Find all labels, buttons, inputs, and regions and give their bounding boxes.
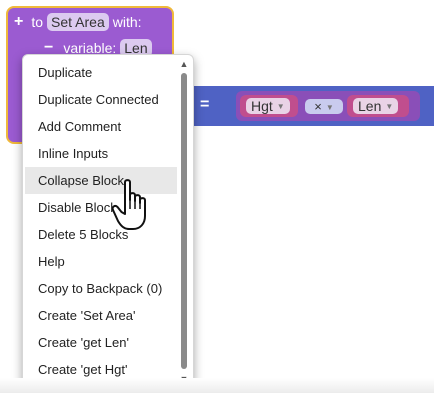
caret-down-icon: ▼ <box>276 102 285 112</box>
operator-label: × <box>314 99 322 114</box>
block-context-menu: Duplicate Duplicate Connected Add Commen… <box>22 54 194 389</box>
scroll-up-arrow-icon[interactable]: ▲ <box>179 59 189 69</box>
menu-item-copy-to-backpack[interactable]: Copy to Backpack (0) <box>25 275 177 302</box>
menu-item-disable-block[interactable]: Disable Block <box>25 194 177 221</box>
procedure-header: + to Set Area with: <box>14 13 142 31</box>
menu-item-create-set-area[interactable]: Create 'Set Area' <box>25 302 177 329</box>
caret-down-icon: ▼ <box>325 103 334 113</box>
equals-sign: = <box>200 96 210 113</box>
menu-item-collapse-block[interactable]: Collapse Block <box>25 167 177 194</box>
workspace-bottom-shadow <box>0 378 434 393</box>
menu-item-delete-blocks[interactable]: Delete 5 Blocks <box>25 221 177 248</box>
menu-item-help[interactable]: Help <box>25 248 177 275</box>
operator-dropdown[interactable]: × ▼ <box>305 99 343 114</box>
hgt-variable-label: Hgt <box>251 98 273 114</box>
hgt-variable-dropdown[interactable]: Hgt ▼ <box>246 98 290 114</box>
menu-item-duplicate-connected[interactable]: Duplicate Connected <box>25 86 177 113</box>
blocks-workspace[interactable]: + to Set Area with: − variable: Len = Hg… <box>0 0 434 393</box>
len-variable-label: Len <box>358 98 382 114</box>
menu-item-duplicate[interactable]: Duplicate <box>25 59 177 86</box>
hand-pointer-cursor-icon <box>112 179 146 230</box>
with-keyword: with: <box>112 14 142 30</box>
menu-item-add-comment[interactable]: Add Comment <box>25 113 177 140</box>
len-variable-dropdown[interactable]: Len ▼ <box>353 98 399 114</box>
scrollbar-thumb[interactable] <box>181 73 187 369</box>
caret-down-icon: ▼ <box>385 102 394 112</box>
procedure-name-field[interactable]: Set Area <box>47 13 109 31</box>
menu-item-inline-inputs[interactable]: Inline Inputs <box>25 140 177 167</box>
plus-icon[interactable]: + <box>14 14 23 30</box>
menu-item-create-get-len[interactable]: Create 'get Len' <box>25 329 177 356</box>
menu-scrollbar[interactable]: ▲ ▼ <box>179 59 189 384</box>
to-keyword: to <box>31 14 44 30</box>
